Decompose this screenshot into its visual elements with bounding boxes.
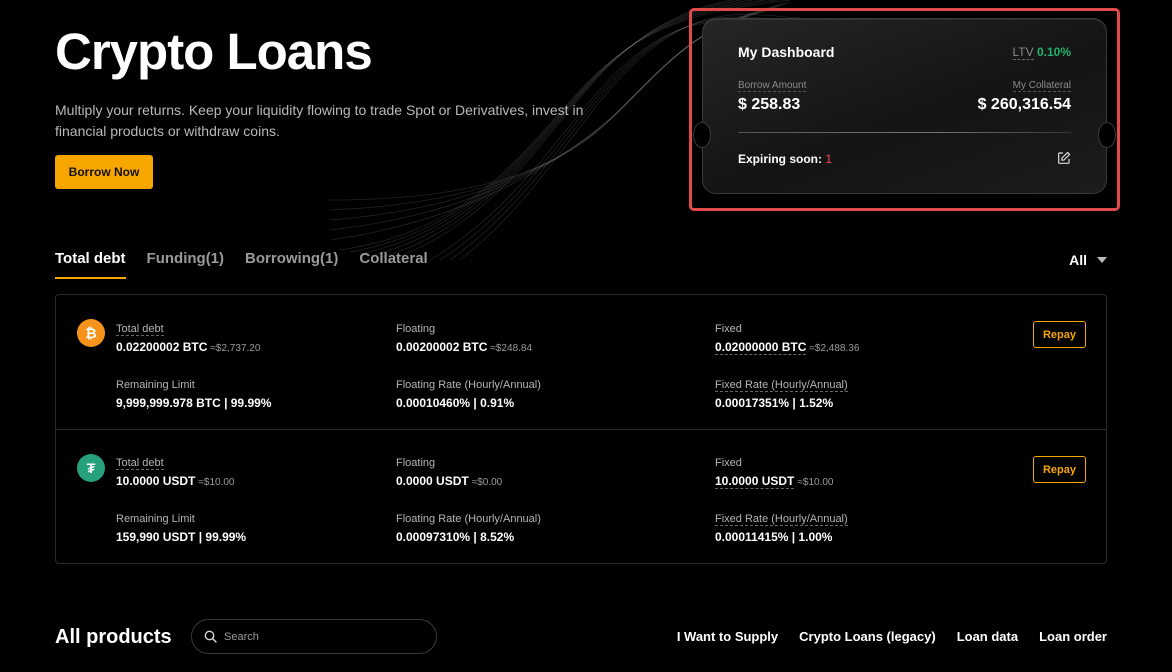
total-debt-approx: ≈$2,737.20 bbox=[210, 343, 261, 354]
edit-icon[interactable] bbox=[1057, 151, 1071, 165]
chevron-down-icon bbox=[1097, 257, 1107, 263]
btc-coin-icon: ₿ bbox=[77, 319, 105, 347]
borrow-now-button[interactable]: Borrow Now bbox=[55, 155, 153, 189]
fixed-cell: Fixed 0.02000000 BTC ≈$2,488.36 bbox=[715, 319, 860, 355]
remaining-limit-label: Remaining Limit bbox=[116, 513, 195, 525]
ltv-value: 0.10% bbox=[1036, 45, 1071, 59]
fixed-rate-label: Fixed Rate (Hourly/Annual) bbox=[715, 379, 848, 392]
floating-rate-value: 0.00010460% | 0.91% bbox=[396, 396, 515, 410]
product-links: I Want to Supply Crypto Loans (legacy) L… bbox=[677, 629, 1107, 644]
total-debt-value: 10.0000 USDT bbox=[116, 474, 196, 488]
fixed-value: 10.0000 USDT bbox=[715, 474, 795, 489]
all-products-heading: All products bbox=[55, 626, 172, 648]
total-debt-cell: Total debt 0.02200002 BTC ≈$2,737.20 bbox=[116, 319, 260, 354]
fixed-value: 0.02000000 BTC bbox=[715, 340, 807, 355]
table-row: ₿ Total debt 0.02200002 BTC ≈$2,737.20 Fl… bbox=[56, 295, 1106, 429]
floating-value: 0.00200002 BTC bbox=[396, 340, 488, 354]
link-i-want-to-supply[interactable]: I Want to Supply bbox=[677, 629, 778, 644]
floating-approx: ≈$248.84 bbox=[490, 343, 533, 354]
remaining-limit-cell: Remaining Limit 159,990 USDT | 99.99% bbox=[116, 509, 246, 544]
total-debt-label: Total debt bbox=[116, 457, 164, 470]
ltv-label: LTV bbox=[1012, 45, 1034, 60]
total-debt-value: 0.02200002 BTC bbox=[116, 340, 208, 354]
fixed-label: Fixed bbox=[715, 457, 742, 469]
link-loan-data[interactable]: Loan data bbox=[957, 629, 1018, 644]
collateral-label: My Collateral bbox=[1012, 80, 1071, 92]
collateral-value: $ 260,316.54 bbox=[977, 96, 1071, 113]
fixed-approx: ≈$10.00 bbox=[797, 477, 834, 488]
tab-collateral[interactable]: Collateral bbox=[359, 250, 427, 279]
total-debt-cell: Total debt 10.0000 USDT ≈$10.00 bbox=[116, 453, 234, 488]
fixed-approx: ≈$2,488.36 bbox=[809, 343, 860, 354]
link-loan-order[interactable]: Loan order bbox=[1039, 629, 1107, 644]
usdt-coin-icon: ₮ bbox=[77, 454, 105, 482]
expiring-count: 1 bbox=[825, 152, 833, 166]
expiring-soon[interactable]: Expiring soon: 1 bbox=[738, 152, 832, 166]
floating-label: Floating bbox=[396, 323, 436, 335]
remaining-limit-label: Remaining Limit bbox=[116, 379, 195, 391]
debt-table: ₿ Total debt 0.02200002 BTC ≈$2,737.20 Fl… bbox=[55, 294, 1107, 564]
remaining-limit-value: 9,999,999.978 BTC | 99.99% bbox=[116, 396, 272, 410]
fixed-rate-cell: Fixed Rate (Hourly/Annual) 0.00017351% |… bbox=[715, 375, 848, 410]
search-input[interactable] bbox=[224, 630, 424, 643]
fixed-rate-cell: Fixed Rate (Hourly/Annual) 0.00011415% |… bbox=[715, 509, 848, 544]
dashboard-divider bbox=[738, 132, 1071, 133]
floating-cell: Floating 0.00200002 BTC ≈$248.84 bbox=[396, 319, 532, 354]
floating-rate-value: 0.00097310% | 8.52% bbox=[396, 530, 515, 544]
floating-label: Floating bbox=[396, 457, 436, 469]
expiring-label: Expiring soon: bbox=[738, 152, 822, 166]
filter-label: All bbox=[1069, 252, 1087, 268]
total-debt-label: Total debt bbox=[116, 323, 164, 336]
fixed-rate-value: 0.00011415% | 1.00% bbox=[715, 530, 833, 544]
fixed-label: Fixed bbox=[715, 323, 742, 335]
repay-button[interactable]: Repay bbox=[1033, 321, 1086, 348]
fixed-rate-label: Fixed Rate (Hourly/Annual) bbox=[715, 513, 848, 526]
dashboard-card: My Dashboard LTV 0.10% Borrow Amount My … bbox=[693, 18, 1116, 194]
floating-value: 0.0000 USDT bbox=[396, 474, 469, 488]
product-search bbox=[191, 619, 437, 654]
borrow-amount-label: Borrow Amount bbox=[738, 80, 807, 92]
dashboard-title: My Dashboard bbox=[738, 44, 835, 60]
total-debt-approx: ≈$10.00 bbox=[198, 477, 235, 488]
floating-rate-cell: Floating Rate (Hourly/Annual) 0.00097310… bbox=[396, 509, 541, 544]
page-title: Crypto Loans bbox=[55, 23, 373, 80]
borrow-amount-value: $ 258.83 bbox=[738, 96, 801, 113]
link-crypto-loans-legacy[interactable]: Crypto Loans (legacy) bbox=[799, 629, 936, 644]
card-notch-left bbox=[693, 122, 711, 148]
debt-tabs: Total debt Funding(1) Borrowing(1) Colla… bbox=[55, 250, 428, 279]
hero-description: Multiply your returns. Keep your liquidi… bbox=[55, 102, 584, 139]
remaining-limit-value: 159,990 USDT | 99.99% bbox=[116, 530, 247, 544]
fixed-cell: Fixed 10.0000 USDT ≈$10.00 bbox=[715, 453, 834, 489]
search-icon bbox=[204, 630, 217, 643]
card-notch-right bbox=[1098, 122, 1116, 148]
tab-borrowing[interactable]: Borrowing(1) bbox=[245, 250, 338, 279]
tab-funding[interactable]: Funding(1) bbox=[147, 250, 224, 279]
remaining-limit-cell: Remaining Limit 9,999,999.978 BTC | 99.9… bbox=[116, 375, 271, 410]
coin-filter-dropdown[interactable]: All bbox=[1069, 252, 1107, 268]
floating-rate-label: Floating Rate (Hourly/Annual) bbox=[396, 379, 541, 391]
floating-rate-label: Floating Rate (Hourly/Annual) bbox=[396, 513, 541, 525]
floating-approx: ≈$0.00 bbox=[471, 477, 503, 488]
tab-total-debt[interactable]: Total debt bbox=[55, 250, 126, 279]
floating-cell: Floating 0.0000 USDT ≈$0.00 bbox=[396, 453, 502, 488]
fixed-rate-value: 0.00017351% | 1.52% bbox=[715, 396, 834, 410]
table-row: ₮ Total debt 10.0000 USDT ≈$10.00 Floatin… bbox=[56, 429, 1106, 563]
floating-rate-cell: Floating Rate (Hourly/Annual) 0.00010460… bbox=[396, 375, 541, 410]
ltv-indicator: LTV 0.10% bbox=[1012, 45, 1071, 60]
repay-button[interactable]: Repay bbox=[1033, 456, 1086, 483]
